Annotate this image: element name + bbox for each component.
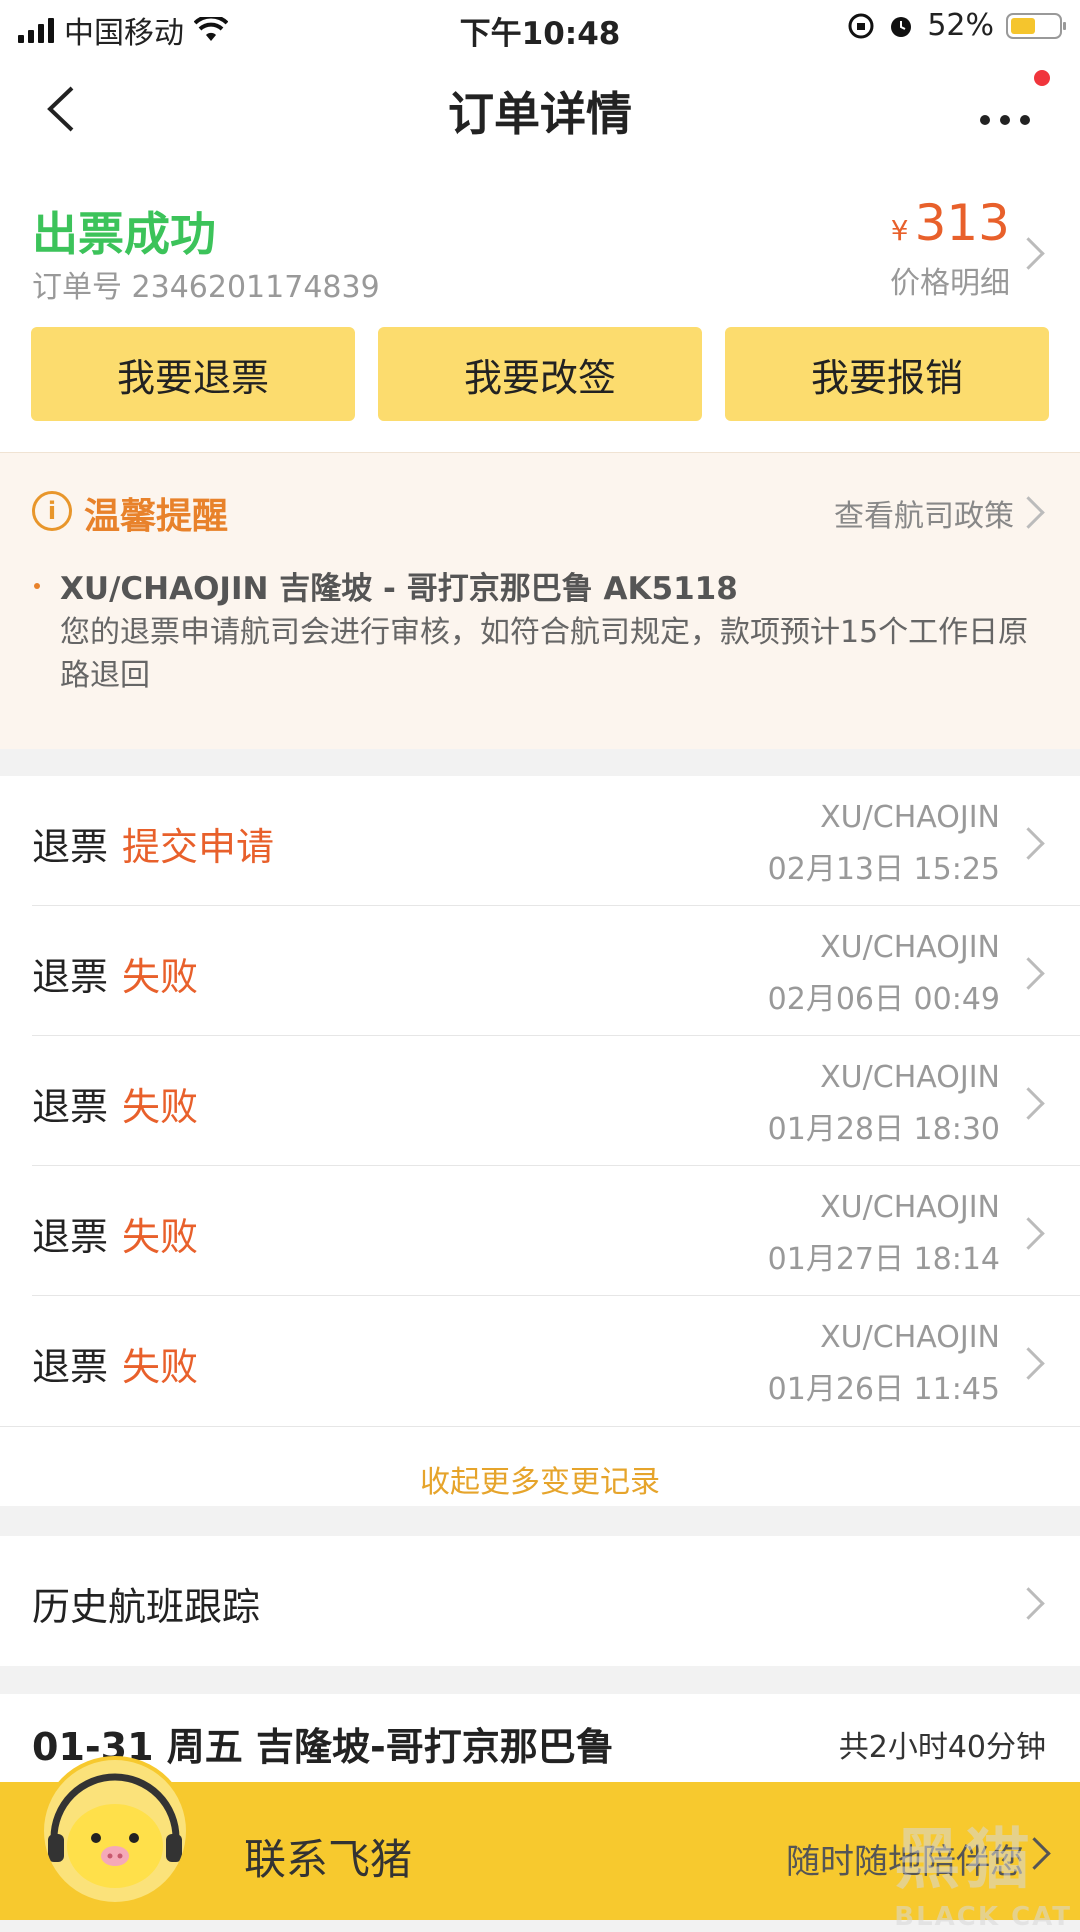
record-row[interactable]: 退票 失败 XU/CHAOJIN 02月06日 00:49: [0, 906, 1080, 1036]
alarm-icon: [891, 16, 912, 37]
bullet-dot: [34, 583, 40, 589]
price[interactable]: ¥313: [891, 194, 1010, 252]
flight-duration: 共2小时40分钟: [838, 1730, 1046, 1765]
page-title: 订单详情: [448, 87, 632, 141]
status-bar: 中国移动 下午10:48 52%: [0, 0, 1080, 56]
price-detail-link[interactable]: 价格明细: [890, 258, 1010, 302]
refund-button[interactable]: 我要退票: [31, 327, 355, 421]
chevron-right-icon: [1012, 496, 1045, 529]
action-buttons: 我要退票 我要改签 我要报销: [31, 327, 1049, 421]
order-summary: 出票成功 订单号 2346201174839 ¥313 价格明细 我要退票 我要…: [0, 162, 1080, 452]
reimburse-button[interactable]: 我要报销: [725, 327, 1049, 421]
info-icon: i: [32, 491, 72, 531]
history-label: 历史航班跟踪: [32, 1585, 261, 1629]
record-passenger: XU/CHAOJIN: [820, 930, 1000, 965]
battery-icon: [1006, 12, 1066, 39]
record-type: 退票: [32, 955, 109, 999]
record-passenger: XU/CHAOJIN: [820, 1060, 1000, 1095]
record-time: 02月13日 15:25: [767, 852, 1000, 887]
record-status: 失败: [122, 1085, 199, 1129]
airline-policy-link[interactable]: 查看航司政策: [834, 491, 1014, 535]
history-flight-tracking[interactable]: 历史航班跟踪: [0, 1536, 1080, 1666]
record-status: 失败: [122, 1345, 199, 1389]
change-records: 退票 提交申请 XU/CHAOJIN 02月13日 15:25 退票 失败 XU…: [0, 776, 1080, 1506]
battery-percent: 52%: [927, 8, 994, 43]
record-passenger: XU/CHAOJIN: [820, 800, 1000, 835]
watermark-cn: 黑猫: [894, 1821, 1035, 1898]
rotation-lock-icon: [848, 13, 874, 38]
record-time: 02月06日 00:49: [767, 982, 1000, 1017]
chevron-right-icon: [1012, 1217, 1045, 1250]
more-icon[interactable]: [970, 92, 1040, 132]
record-time: 01月26日 11:45: [767, 1372, 1000, 1407]
chevron-right-icon: [1012, 1587, 1045, 1620]
collapse-records-button[interactable]: 收起更多变更记录: [0, 1426, 1080, 1507]
currency-symbol: ¥: [890, 214, 909, 247]
reminder-panel: i 温馨提醒 查看航司政策 XU/CHAOJIN 吉隆坡 - 哥打京那巴鲁 AK…: [0, 452, 1080, 749]
order-number: 订单号 2346201174839: [32, 270, 380, 305]
record-type: 退票: [32, 1215, 109, 1259]
watermark-en: BLACK CAT: [894, 1902, 1072, 1932]
record-passenger: XU/CHAOJIN: [820, 1190, 1000, 1225]
record-time: 01月28日 18:30: [767, 1112, 1000, 1147]
record-status: 失败: [122, 955, 199, 999]
chevron-right-icon: [1012, 237, 1045, 270]
chevron-right-icon: [1012, 957, 1045, 990]
record-type: 退票: [32, 1085, 109, 1129]
record-type: 退票: [32, 825, 109, 869]
record-row[interactable]: 退票 失败 XU/CHAOJIN 01月27日 18:14: [0, 1166, 1080, 1296]
contact-bar[interactable]: 联系飞猪 随时随地陪伴您 黑猫 BLACK CAT: [0, 1756, 1080, 1932]
chevron-right-icon: [1012, 1347, 1045, 1380]
record-status: 失败: [122, 1215, 199, 1259]
reminder-text: 您的退票申请航司会进行审核，如符合航司规定，款项预计15个工作日原路退回: [60, 615, 1029, 693]
chevron-right-icon: [1012, 1087, 1045, 1120]
chevron-right-icon: [1012, 827, 1045, 860]
status-right: 52%: [847, 8, 1066, 43]
contact-label: 联系飞猪: [244, 1835, 413, 1884]
record-status: 提交申请: [122, 825, 275, 869]
price-value: 313: [914, 194, 1010, 252]
record-passenger: XU/CHAOJIN: [820, 1320, 1000, 1355]
record-time: 01月27日 18:14: [767, 1242, 1000, 1277]
record-row[interactable]: 退票 提交申请 XU/CHAOJIN 02月13日 15:25: [0, 776, 1080, 906]
record-row[interactable]: 退票 失败 XU/CHAOJIN 01月26日 11:45: [0, 1296, 1080, 1426]
record-type: 退票: [32, 1345, 109, 1389]
order-status: 出票成功: [32, 207, 216, 261]
reminder-flight: XU/CHAOJIN 吉隆坡 - 哥打京那巴鲁 AK5118: [60, 571, 738, 607]
change-button[interactable]: 我要改签: [378, 327, 702, 421]
notification-dot: [1034, 70, 1050, 86]
watermark-logo: 黑猫 BLACK CAT: [894, 1806, 1072, 1932]
reminder-title: 温馨提醒: [84, 496, 229, 537]
nav-bar: 订单详情: [0, 56, 1080, 162]
record-row[interactable]: 退票 失败 XU/CHAOJIN 01月28日 18:30: [0, 1036, 1080, 1166]
mascot-avatar: [40, 1756, 190, 1906]
